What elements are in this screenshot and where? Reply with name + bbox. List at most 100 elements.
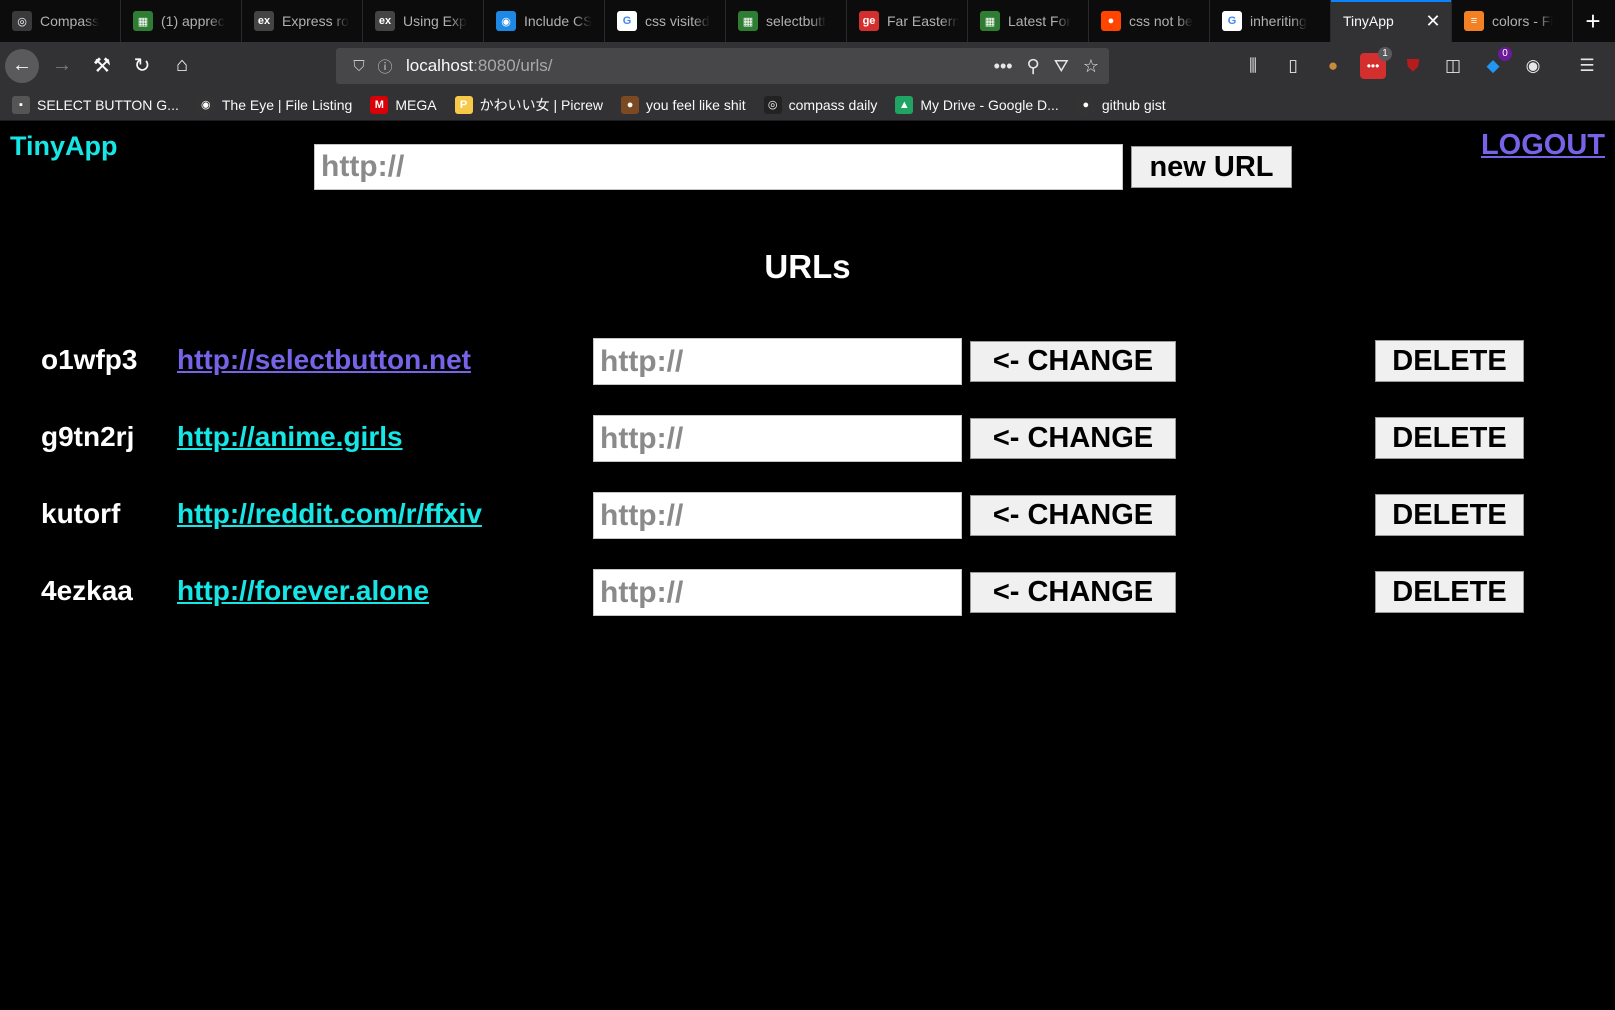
bookmark-item[interactable]: ● github gist <box>1076 95 1166 114</box>
bookmark-item[interactable]: ▪ SELECT BUTTON G... <box>12 95 179 114</box>
bookmark-label: My Drive - Google D... <box>920 96 1059 113</box>
delete-button[interactable]: DELETE <box>1375 340 1524 382</box>
delete-button[interactable]: DELETE <box>1375 571 1524 613</box>
ublock-icon[interactable]: ⛊ <box>1400 53 1426 79</box>
select-button-favicon-icon: ▪ <box>12 95 30 114</box>
grid-favicon-icon: ▦ <box>133 11 153 31</box>
change-button[interactable]: <- CHANGE <box>970 572 1176 613</box>
bookmarks-bar: ▪ SELECT BUTTON G... ◉ The Eye | File Listi… <box>0 89 1615 121</box>
short-url-code: 4ezkaa <box>41 575 133 606</box>
bookmark-item[interactable]: ▲ My Drive - Google D... <box>895 95 1059 114</box>
tab-label: Using Exp <box>403 13 467 29</box>
forward-button[interactable]: → <box>45 49 79 83</box>
delete-button[interactable]: DELETE <box>1375 494 1524 536</box>
bookmark-star-icon[interactable]: ☆ <box>1083 56 1099 77</box>
url-host: localhost <box>406 56 474 75</box>
new-url-input[interactable] <box>314 144 1123 190</box>
reddit-icon: ● <box>1101 11 1121 31</box>
back-button[interactable]: ← <box>5 48 39 83</box>
ex-favicon-icon: ex <box>375 11 395 31</box>
change-button[interactable]: <- CHANGE <box>970 495 1176 536</box>
arrow-right-icon: → <box>52 54 72 76</box>
tab-label: css not be <box>1129 13 1193 29</box>
todo-badge: 1 <box>1378 46 1392 61</box>
menu-icon[interactable]: ☰ <box>1574 53 1600 79</box>
customize-button[interactable]: ⚒ <box>85 49 119 83</box>
glasses-extension-icon[interactable]: ◫ <box>1440 53 1466 79</box>
info-icon[interactable]: ⓘ <box>372 56 398 77</box>
more-actions-icon[interactable]: ••• <box>994 56 1013 77</box>
url-row: g9tn2rj http://anime.girls <- CHANGE DELETE <box>0 415 1615 462</box>
account-icon[interactable]: ◉ <box>1520 53 1546 79</box>
notification-extension-icon[interactable]: ◆ 0 <box>1480 46 1512 79</box>
sidebar-icon[interactable]: ▯ <box>1280 53 1306 79</box>
brand-logo[interactable]: TinyApp <box>10 131 118 162</box>
google-icon: G <box>617 11 637 31</box>
browser-tab[interactable]: ge Far Eastern <box>847 0 968 42</box>
tab-label: Far Eastern <box>887 13 959 29</box>
browser-tab[interactable]: ◎ Compass <box>0 0 121 42</box>
eye-favicon-icon: ◉ <box>496 11 516 31</box>
edit-url-input[interactable] <box>593 415 962 462</box>
browser-tab[interactable]: ▦ (1) apprec <box>121 0 242 42</box>
url-path: :8080/urls/ <box>473 56 553 75</box>
address-bar[interactable]: ⛉ ⓘ localhost:8080/urls/ ••• ⚲ ⛛ ☆ <box>336 48 1109 84</box>
bookmark-label: SELECT BUTTON G... <box>37 96 179 113</box>
delete-button[interactable]: DELETE <box>1375 417 1524 459</box>
grid-favicon-icon: ▦ <box>980 11 1000 31</box>
short-url-code: kutorf <box>41 498 121 529</box>
browser-tab[interactable]: ex Using Exp <box>363 0 484 42</box>
todo-extension-icon[interactable]: ••• 1 <box>1360 46 1392 79</box>
edit-url-input[interactable] <box>593 338 962 385</box>
close-tab-icon[interactable]: ✕ <box>1423 11 1443 32</box>
bookmark-item[interactable]: ◉ The Eye | File Listing <box>196 95 352 114</box>
browser-tab[interactable]: Gcss visited <box>605 0 726 42</box>
tab-label: Compass <box>40 13 100 29</box>
bookmark-item[interactable]: ◎ compass daily <box>763 95 877 114</box>
browser-tab[interactable]: ex Express ro <box>242 0 363 42</box>
reload-button[interactable]: ↻ <box>125 49 159 83</box>
library-icon[interactable]: ⫼ <box>1240 53 1266 79</box>
bookmark-item[interactable]: ● you feel like shit <box>621 95 746 114</box>
toolbar-icons: ⫼ ▯ ● ••• 1 ⛊ ◫ ◆ 0 ◉ ☰ <box>1240 42 1600 89</box>
home-icon: ⌂ <box>175 54 189 76</box>
url-row: kutorf http://reddit.com/r/ffxiv <- CHANGE… <box>0 492 1615 539</box>
new-tab-button[interactable]: + <box>1573 0 1613 42</box>
compass-icon: ◎ <box>763 95 782 114</box>
url-row: o1wfp3 http://selectbutton.net <- CHANGE DE… <box>0 338 1615 385</box>
shield-icon[interactable]: ⛉ <box>346 58 372 75</box>
browser-tab[interactable]: Ginheriting <box>1210 0 1331 42</box>
bookmark-label: MEGA <box>395 96 437 113</box>
monkey-extension-icon[interactable]: ● <box>1320 53 1346 79</box>
ge-favicon-icon: ge <box>859 11 879 31</box>
change-button[interactable]: <- CHANGE <box>970 418 1176 459</box>
bookmark-item[interactable]: P かわいい女 | Picrew <box>454 95 603 115</box>
github-icon: ● <box>1076 95 1095 114</box>
bookmark-item[interactable]: M MEGA <box>370 95 437 114</box>
edit-url-input[interactable] <box>593 569 962 616</box>
lightbulb-icon[interactable]: ⚲ <box>1027 56 1040 77</box>
tab-label: Include CS <box>524 13 593 29</box>
bookmark-label: github gist <box>1101 96 1166 113</box>
tab-label: colors - Fi <box>1492 13 1554 29</box>
long-url-link[interactable]: http://selectbutton.net <box>177 344 471 376</box>
address-bar-actions: ••• ⚲ ⛛ ☆ <box>994 56 1099 77</box>
browser-tab[interactable]: ▦ Latest For <box>968 0 1089 42</box>
long-url-link[interactable]: http://forever.alone <box>177 575 429 607</box>
browser-tab[interactable]: ≡ colors - Fi <box>1452 0 1573 42</box>
logout-link[interactable]: LOGOUT <box>1481 129 1605 162</box>
google-icon: G <box>1222 11 1242 31</box>
long-url-link[interactable]: http://reddit.com/r/ffxiv <box>177 498 482 530</box>
long-url-link[interactable]: http://anime.girls <box>177 421 403 453</box>
compass-icon: ◎ <box>12 11 32 31</box>
edit-url-input[interactable] <box>593 492 962 539</box>
browser-tab[interactable]: ● css not be <box>1089 0 1210 42</box>
browser-tab[interactable]: ▦ selectbutt <box>726 0 847 42</box>
browser-tab[interactable]: ◉ Include CS <box>484 0 605 42</box>
home-button[interactable]: ⌂ <box>165 49 199 83</box>
new-url-button[interactable]: new URL <box>1131 146 1292 188</box>
browser-tab[interactable]: TinyApp ✕ <box>1331 0 1452 42</box>
pocket-icon[interactable]: ⛛ <box>1054 56 1069 77</box>
page-title: URLs <box>764 248 851 285</box>
change-button[interactable]: <- CHANGE <box>970 341 1176 382</box>
